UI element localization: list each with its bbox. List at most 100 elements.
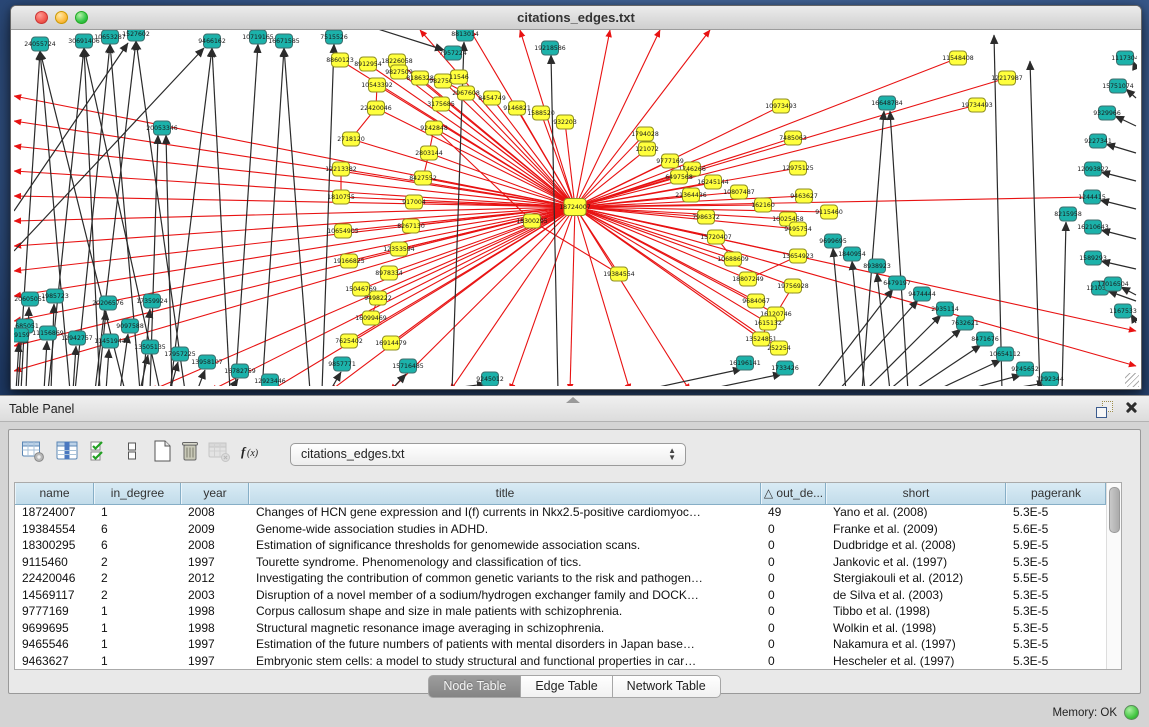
function-builder-icon[interactable]: f(x) — [239, 439, 265, 468]
yellow-node[interactable]: 7625402 — [335, 334, 363, 348]
cell-in_degree[interactable]: 1 — [94, 653, 181, 670]
cell-year[interactable]: 1997 — [181, 636, 249, 653]
teal-node[interactable]: 8215958 — [1054, 207, 1082, 221]
cell-title[interactable]: Estimation of significance thresholds fo… — [249, 537, 761, 554]
teal-node[interactable]: 9857771 — [328, 357, 356, 371]
graph-edge[interactable] — [14, 207, 575, 246]
cell-title[interactable]: Genome-wide association studies in ADHD. — [249, 521, 761, 538]
graph-edge[interactable] — [815, 289, 893, 386]
graph-edge[interactable] — [575, 207, 798, 256]
teal-node[interactable]: 8471676 — [971, 332, 999, 346]
teal-node[interactable]: 9097588 — [116, 319, 144, 333]
cell-out_de[interactable]: 0 — [761, 554, 826, 571]
graph-edge[interactable] — [322, 44, 334, 386]
cell-pagerank[interactable]: 5.3E-5 — [1006, 554, 1106, 571]
graph-edge[interactable] — [877, 273, 890, 386]
cell-pagerank[interactable]: 5.3E-5 — [1006, 587, 1106, 604]
teal-node[interactable]: 1733426 — [771, 361, 799, 375]
float-panel-icon[interactable] — [1096, 401, 1113, 418]
delete-rows-icon[interactable] — [179, 439, 201, 468]
cell-title[interactable]: Changes of HCN gene expression and I(f) … — [249, 504, 761, 521]
new-table-icon[interactable] — [151, 439, 173, 468]
teal-node[interactable]: 1840954 — [838, 247, 866, 261]
cell-short[interactable]: de Silva et al. (2003) — [826, 587, 1006, 604]
cell-pagerank[interactable]: 5.3E-5 — [1006, 504, 1106, 521]
yellow-node[interactable]: 12217987 — [991, 71, 1023, 85]
cell-year[interactable]: 2008 — [181, 504, 249, 521]
graph-edge[interactable] — [962, 375, 1021, 386]
cell-pagerank[interactable]: 5.3E-5 — [1006, 636, 1106, 653]
row-select-icon[interactable] — [89, 439, 111, 468]
cell-pagerank[interactable]: 5.9E-5 — [1006, 537, 1106, 554]
yellow-node[interactable]: 1794028 — [631, 127, 659, 141]
cell-out_de[interactable]: 0 — [761, 521, 826, 538]
graph-edge[interactable] — [575, 30, 660, 207]
yellow-node[interactable]: 2803144 — [415, 146, 443, 160]
graph-edge[interactable] — [1126, 89, 1136, 98]
graph-edge[interactable] — [1101, 230, 1136, 239]
graph-edge[interactable] — [106, 349, 109, 386]
yellow-node[interactable]: 162160 — [751, 198, 775, 212]
cell-year[interactable]: 1998 — [181, 620, 249, 637]
yellow-node[interactable]: 917004 — [402, 195, 426, 209]
graph-edge[interactable] — [575, 30, 610, 207]
cell-title[interactable]: Embryonic stem cells: a model to study s… — [249, 653, 761, 670]
graph-edge[interactable] — [51, 304, 54, 386]
cell-name[interactable]: 9699695 — [15, 620, 94, 637]
window-resize-grip[interactable] — [1125, 373, 1139, 387]
graph-edge[interactable] — [430, 384, 486, 386]
column-header-pagerank[interactable]: pagerank — [1006, 483, 1106, 504]
graph-edge[interactable] — [838, 300, 918, 386]
cell-year[interactable]: 2012 — [181, 570, 249, 587]
graph-edge[interactable] — [865, 315, 941, 386]
yellow-node[interactable]: 8912954 — [354, 57, 382, 71]
cell-year[interactable]: 2009 — [181, 521, 249, 538]
yellow-node[interactable]: 19756928 — [777, 279, 809, 293]
yellow-node[interactable]: 19384554 — [603, 267, 635, 281]
cell-out_de[interactable]: 0 — [761, 603, 826, 620]
table-row[interactable]: 1456911722003Disruption of a novel membe… — [15, 587, 1107, 604]
cell-in_degree[interactable]: 1 — [94, 603, 181, 620]
teal-node[interactable]: 7957224 — [439, 46, 467, 60]
teal-node[interactable]: 1244415 — [1078, 190, 1106, 204]
graph-edge[interactable] — [570, 207, 575, 386]
yellow-node[interactable]: 11548408 — [942, 51, 974, 65]
graph-edge[interactable] — [890, 111, 908, 386]
yellow-node[interactable]: 21364436 — [675, 188, 707, 202]
graph-edge[interactable] — [84, 48, 160, 386]
cell-name[interactable]: 9115460 — [15, 554, 94, 571]
graph-edge[interactable] — [390, 374, 406, 386]
graph-edge[interactable] — [1100, 200, 1136, 209]
cell-name[interactable]: 18300295 — [15, 537, 94, 554]
column-visibility-icon[interactable] — [55, 439, 79, 468]
table-row[interactable]: 1938455462009Genome-wide association stu… — [15, 521, 1107, 538]
teal-node[interactable]: 6479197 — [883, 276, 911, 290]
column-header-year[interactable]: year — [181, 483, 249, 504]
yellow-node[interactable]: 7485063 — [779, 131, 807, 145]
yellow-node[interactable]: 8267130 — [397, 219, 425, 233]
yellow-node[interactable]: 16245144 — [697, 175, 729, 189]
teal-node[interactable]: 13505135 — [134, 340, 166, 354]
cell-name[interactable]: 22420046 — [15, 570, 94, 587]
yellow-node[interactable]: 10654905 — [327, 224, 359, 238]
cell-short[interactable]: Franke et al. (2009) — [826, 521, 1006, 538]
graph-edge[interactable] — [1106, 144, 1136, 153]
table-row[interactable]: 969969511998Structural magnetic resonanc… — [15, 620, 1107, 637]
cell-in_degree[interactable]: 6 — [94, 521, 181, 538]
teal-node[interactable]: 39159 — [14, 328, 30, 342]
graph-edge[interactable] — [98, 311, 106, 386]
cell-name[interactable]: 14569117 — [15, 587, 94, 604]
graph-edge[interactable] — [14, 43, 128, 211]
graph-edge[interactable] — [284, 48, 310, 386]
teal-node[interactable]: 16648784 — [871, 96, 903, 110]
yellow-node[interactable]: 10807487 — [723, 185, 755, 199]
cell-pagerank[interactable]: 5.5E-5 — [1006, 570, 1106, 587]
yellow-node[interactable]: 11546 — [449, 70, 469, 84]
cell-out_de[interactable]: 0 — [761, 653, 826, 670]
yellow-node[interactable]: 3175685 — [427, 97, 455, 111]
table-row[interactable]: 946362711997Embryonic stem cells: a mode… — [15, 653, 1107, 670]
yellow-node[interactable]: 15720407 — [700, 230, 732, 244]
yellow-node[interactable]: 8427552 — [409, 171, 437, 185]
cell-short[interactable]: Dudbridge et al. (2008) — [826, 537, 1006, 554]
column-header-title[interactable]: title — [249, 483, 761, 504]
